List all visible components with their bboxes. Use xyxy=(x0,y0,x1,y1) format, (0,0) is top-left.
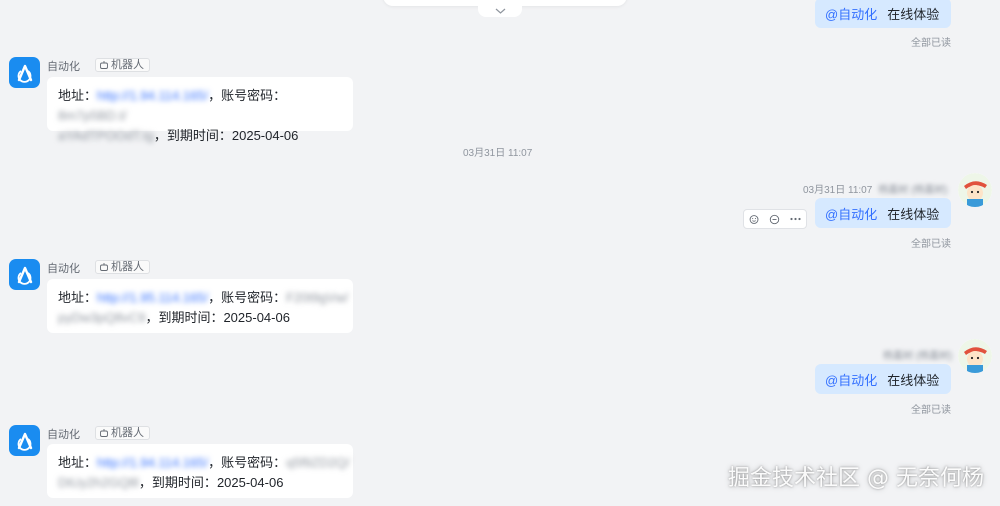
robot-icon xyxy=(100,429,108,437)
automation-logo-icon xyxy=(17,432,32,451)
read-status: 全部已读 xyxy=(911,239,951,250)
expiry-date: 2025-04-06 xyxy=(231,128,299,143)
watermark: 掘金技术社区 @ 无奈何杨 xyxy=(728,466,984,491)
bot-tag: 机器人 xyxy=(95,260,150,274)
more-button[interactable] xyxy=(788,211,804,227)
reply-icon xyxy=(770,214,780,224)
bot-message-bubble[interactable]: 地址：http://1.95.114.165/，账号密码：F20t9gVw/ p… xyxy=(47,279,353,333)
robot-icon xyxy=(100,61,108,69)
user-avatar[interactable] xyxy=(958,339,992,373)
mention[interactable]: @自动化 xyxy=(825,204,877,223)
bot-message-bubble[interactable]: 地址：http://1.94.114.165/，账号密码：q5f9ZD2Q/ D… xyxy=(47,444,353,498)
bot-name[interactable]: 自动化 xyxy=(47,58,80,74)
chevron-down-icon xyxy=(495,8,505,14)
mention[interactable]: @自动化 xyxy=(825,370,877,389)
expiry-date: 2025-04-06 xyxy=(223,310,290,325)
sender-time: 03月31日 11:07 xyxy=(803,185,873,196)
user-message-bubble[interactable]: @自动化 在线体验 xyxy=(815,198,951,228)
cartoon-avatar-icon xyxy=(958,339,992,373)
bot-avatar[interactable] xyxy=(9,259,40,290)
message-text: 在线体验 xyxy=(887,206,940,222)
message-text: 在线体验 xyxy=(887,6,940,22)
read-status: 全部已读 xyxy=(911,38,951,49)
user-message-bubble[interactable]: @自动化 在线体验 xyxy=(815,0,951,28)
reply-button[interactable] xyxy=(767,211,783,227)
credential: 8m7p5BD.t/ xyxy=(58,108,127,123)
bot-tag: 机器人 xyxy=(95,58,150,72)
expiry-date: 2025-04-06 xyxy=(216,475,284,490)
credential: DtUy2h2GQ8l xyxy=(58,475,139,490)
add-reaction-icon xyxy=(749,214,759,224)
bot-avatar[interactable] xyxy=(9,57,40,88)
automation-logo-icon xyxy=(17,266,32,285)
message-text: 在线体验 xyxy=(887,372,940,388)
read-status: 全部已读 xyxy=(911,405,951,416)
server-link[interactable]: http://1.94.114.165/ xyxy=(97,86,208,106)
user-message-bubble[interactable]: @自动化 在线体验 xyxy=(815,364,951,394)
sender-name: 杨嘉树 (杨嘉树) xyxy=(878,185,948,196)
credential: aYAdTPOOdT.tg xyxy=(58,128,154,143)
bot-tag: 机器人 xyxy=(95,426,150,440)
sender-meta: 03月31日 11:07 杨嘉树 (杨嘉树) xyxy=(803,181,948,196)
time-divider: 03月31日 11:07 xyxy=(463,148,533,159)
credential: pyDw3pQ8vC9 xyxy=(58,310,146,325)
automation-logo-icon xyxy=(17,64,32,83)
mention[interactable]: @自动化 xyxy=(825,4,877,23)
server-link[interactable]: http://1.94.114.165/ xyxy=(97,453,208,473)
credential: F20t9gVw/ xyxy=(286,290,349,305)
expand-button[interactable] xyxy=(478,4,522,17)
bot-name[interactable]: 自动化 xyxy=(47,260,80,276)
user-avatar[interactable] xyxy=(958,173,992,207)
more-icon xyxy=(790,217,801,221)
server-link[interactable]: http://1.95.114.165/ xyxy=(97,288,208,308)
bot-avatar[interactable] xyxy=(9,425,40,456)
sender-name: 杨嘉树 (杨嘉树) xyxy=(883,351,953,362)
message-actions xyxy=(743,209,807,229)
credential: q5f9ZD2Q/ xyxy=(286,455,350,470)
robot-icon xyxy=(100,263,108,271)
sender-meta: 杨嘉树 (杨嘉树) xyxy=(883,347,952,362)
reaction-button[interactable] xyxy=(746,211,762,227)
cartoon-avatar-icon xyxy=(958,173,992,207)
bot-name[interactable]: 自动化 xyxy=(47,426,80,442)
bot-message-bubble[interactable]: 地址：http://1.94.114.165/，账号密码：8m7p5BD.t/ … xyxy=(47,77,353,143)
